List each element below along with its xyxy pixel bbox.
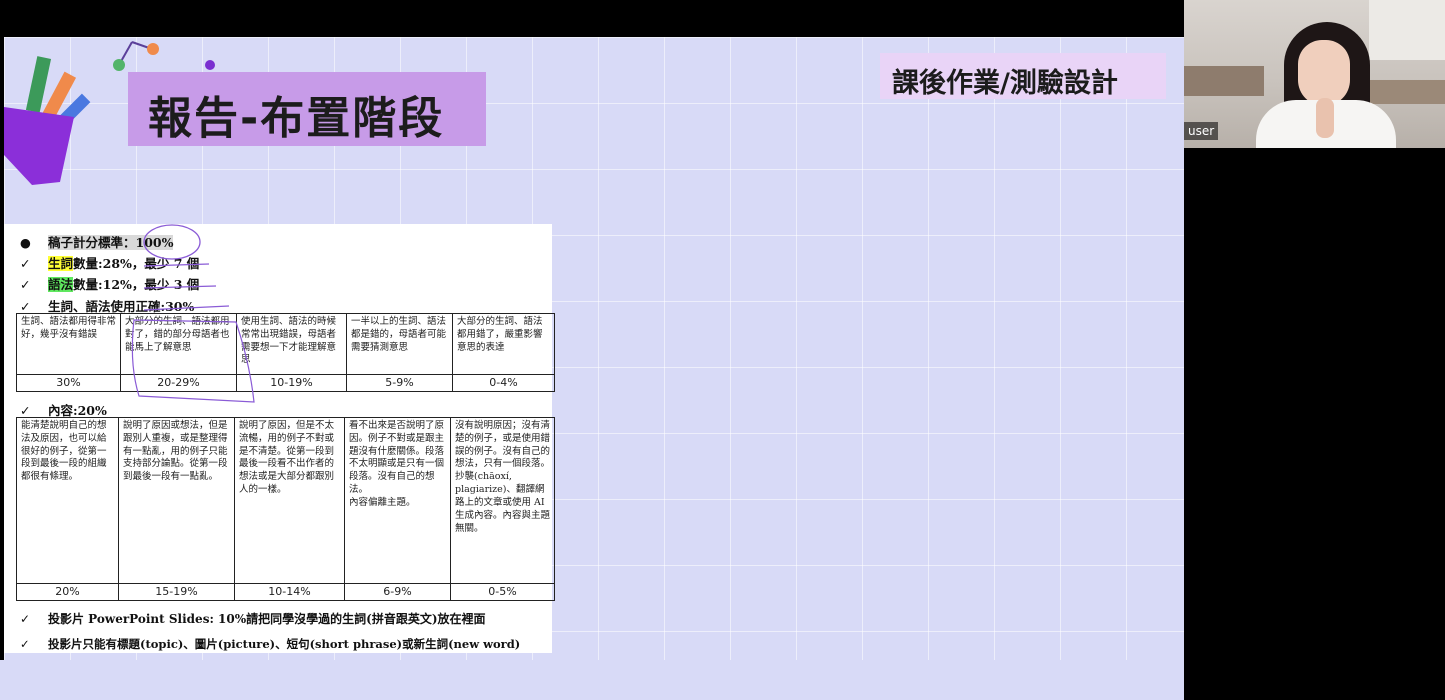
bullet-slides: ✓ 投影片 PowerPoint Slides: 10%請把同學沒學過的生詞(拼音… bbox=[20, 612, 486, 626]
rubric-cell: 生詞、語法都用得非常好，幾乎沒有錯誤 bbox=[16, 313, 121, 375]
rubric-cell: 大部分的生詞、語法都用對了，錯的部分母語者也能馬上了解意思 bbox=[120, 313, 237, 375]
slide-bottom-strip bbox=[0, 660, 1184, 700]
section-tag-label: 課後作業/測驗設計 bbox=[892, 68, 1118, 99]
score-cell: 0-4% bbox=[452, 374, 555, 392]
background-shelf bbox=[1369, 80, 1445, 104]
rubric-cell: 說明了原因或想法，但是跟別人重複，或是整理得有一點亂，用的例子只能支持部分論點。… bbox=[118, 417, 235, 584]
rubric-cell: 沒有說明原因；沒有清楚的例子，或是使用錯誤的例子。沒有自己的想法，只有一個段落。… bbox=[450, 417, 555, 584]
presenter-face bbox=[1298, 40, 1350, 106]
participant-name-label: user bbox=[1184, 122, 1219, 140]
section-tag: 課後作業/測驗設計 bbox=[880, 53, 1166, 99]
score-cell: 20-29% bbox=[120, 374, 237, 392]
rubric-cell: 看不出來是否說明了原因。例子不對或是跟主題沒有什麼關係。段落不太明顯或是只有一個… bbox=[344, 417, 451, 584]
score-cell: 0-5% bbox=[450, 583, 555, 601]
bullet-vocab: ✓ 生詞數量:28%，最少 7 個 bbox=[20, 256, 200, 271]
score-cell: 5-9% bbox=[346, 374, 453, 392]
rubric-cell: 使用生詞、語法的時候常常出現錯誤，母語者需要想一下才能理解意思 bbox=[236, 313, 347, 375]
background-shelf bbox=[1184, 66, 1264, 96]
score-cell: 10-14% bbox=[234, 583, 345, 601]
bullet-slides-rule: ✓ 投影片只能有標題(topic)、圖片(picture)、短句(short ph… bbox=[20, 637, 521, 651]
rubric-cell: 一半以上的生詞、語法都是錯的，母語者可能需要猜測意思 bbox=[346, 313, 453, 375]
presenter-hand bbox=[1316, 98, 1334, 138]
score-cell: 15-19% bbox=[118, 583, 235, 601]
top-black-bar bbox=[0, 0, 1184, 37]
webcam-tile[interactable]: user bbox=[1184, 0, 1445, 148]
rubric-cell: 說明了原因，但是不太流暢，用的例子不對或是不清楚。從第一段到最後一段看不出作者的… bbox=[234, 417, 345, 584]
background-window bbox=[1369, 0, 1445, 60]
side-panel-background bbox=[1184, 148, 1445, 700]
presentation-slide: 報告-布置階段 課後作業/測驗設計 ● 稿子計分標準：100% ✓ 生詞數量:28%… bbox=[4, 37, 1184, 660]
rubric-table-accuracy: 生詞、語法都用得非常好，幾乎沒有錯誤 大部分的生詞、語法都用對了，錯的部分母語者… bbox=[16, 313, 555, 392]
rubric-cell: 能清楚說明自己的想法及原因，也可以給很好的例子，從第一段到最後一段的組織都很有條… bbox=[16, 417, 119, 584]
score-cell: 30% bbox=[16, 374, 121, 392]
score-cell: 10-19% bbox=[236, 374, 347, 392]
bullet-total: ● 稿子計分標準：100% bbox=[20, 235, 174, 250]
score-cell: 20% bbox=[16, 583, 119, 601]
bullet-grammar: ✓ 語法數量:12%，最少 3 個 bbox=[20, 277, 200, 292]
slide-title: 報告-布置階段 bbox=[148, 93, 445, 144]
rubric-cell: 大部分的生詞、語法都用錯了，嚴重影響意思的表達 bbox=[452, 313, 555, 375]
rubric-table-content: 能清楚說明自己的想法及原因，也可以給很好的例子，從第一段到最後一段的組織都很有條… bbox=[16, 417, 555, 601]
rubric-document: ● 稿子計分標準：100% ✓ 生詞數量:28%，最少 7 個 ✓ 語法數量:12%，… bbox=[4, 224, 555, 653]
slide-title-box: 報告-布置階段 bbox=[128, 72, 486, 146]
score-cell: 6-9% bbox=[344, 583, 451, 601]
